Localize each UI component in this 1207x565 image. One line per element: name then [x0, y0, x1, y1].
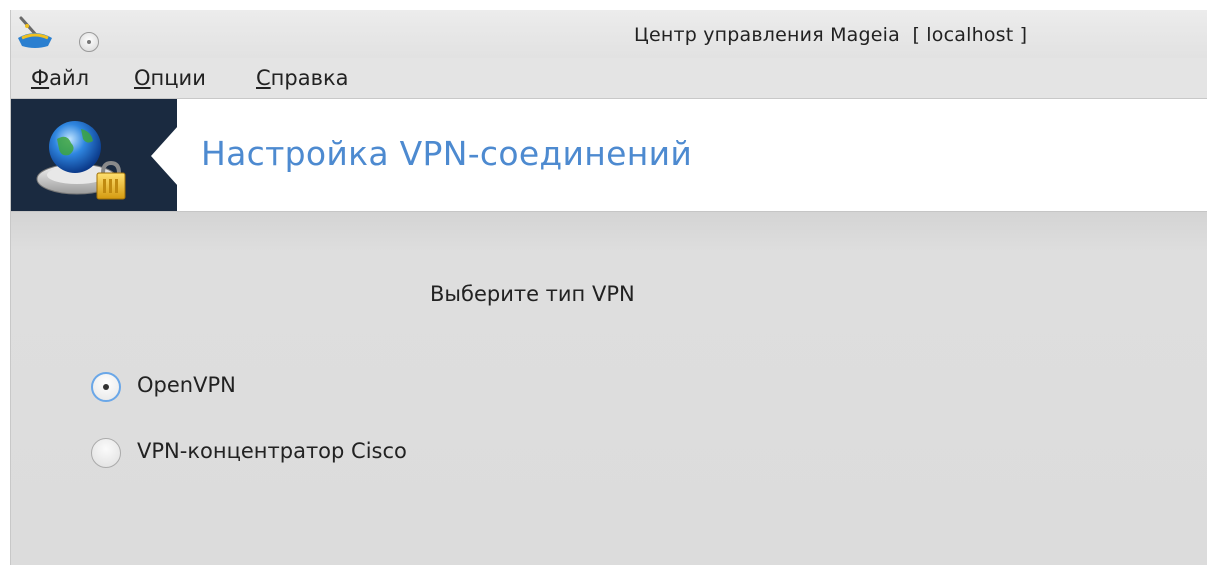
menu-help-accel: С [256, 66, 271, 90]
title-bar: Центр управления Mageia [ localhost ] [11, 10, 1207, 58]
menu-file-label: айл [49, 66, 90, 90]
menu-help[interactable]: Справка [256, 66, 349, 90]
menu-options-accel: О [134, 66, 151, 90]
page-banner: Настройка VPN-соединений [11, 99, 1207, 212]
menu-options-label: пции [150, 66, 206, 90]
radio-cisco-button[interactable] [91, 438, 121, 468]
menu-bar: Файл Опции Справка [11, 58, 1207, 99]
content-area: Выберите тип VPN OpenVPN VPN-концентрато… [11, 212, 1207, 565]
page-title: Настройка VPN-соединений [201, 134, 693, 173]
menu-options[interactable]: Опции [134, 66, 206, 90]
vpn-globe-lock-icon [36, 121, 126, 200]
menu-file[interactable]: Файл [31, 66, 89, 90]
banner-icon-panel [11, 99, 178, 211]
menu-file-accel: Ф [31, 66, 50, 90]
radio-openvpn-label[interactable]: OpenVPN [137, 373, 236, 397]
vpn-type-prompt: Выберите тип VPN [430, 282, 635, 306]
banner-notch [151, 126, 178, 186]
mageia-cauldron-icon[interactable] [15, 14, 55, 50]
window-menu-button[interactable] [79, 32, 99, 52]
radio-cisco-label[interactable]: VPN-концентратор Cisco [137, 439, 407, 463]
main-window: Центр управления Mageia [ localhost ] Фа… [10, 10, 1207, 565]
menu-help-label: правка [270, 66, 349, 90]
radio-openvpn-button[interactable] [91, 372, 121, 402]
window-title: Центр управления Mageia [ localhost ] [634, 24, 1028, 46]
